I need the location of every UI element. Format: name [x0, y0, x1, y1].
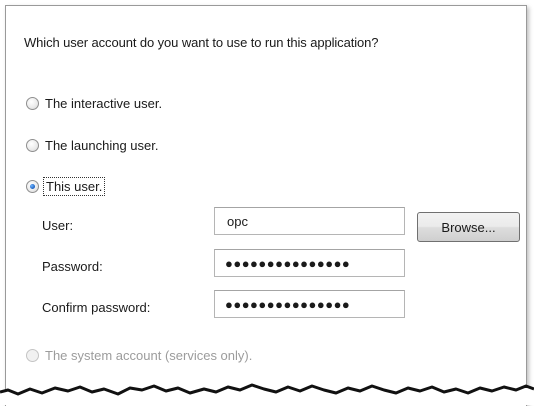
browse-button[interactable]: Browse... [417, 212, 520, 242]
interactive-user-radio[interactable] [26, 97, 39, 110]
system-account-option: The system account (services only). [26, 348, 252, 363]
launching-user-radio[interactable] [26, 139, 39, 152]
account-question-text: Which user account do you want to use to… [24, 35, 379, 50]
this-user-label: This user. [42, 177, 106, 196]
this-user-option[interactable]: This user. [26, 177, 106, 196]
this-user-radio[interactable] [26, 180, 39, 193]
launching-user-label: The launching user. [45, 138, 159, 153]
interactive-user-option[interactable]: The interactive user. [26, 96, 162, 111]
password-input[interactable]: ●●●●●●●●●●●●●●● [214, 249, 405, 277]
confirm-password-field-label: Confirm password: [42, 300, 151, 315]
torn-paper-edge [0, 383, 534, 405]
interactive-user-label: The interactive user. [45, 96, 163, 111]
system-account-label: The system account (services only). [45, 348, 253, 363]
user-field-label: User: [42, 218, 74, 233]
confirm-password-input[interactable]: ●●●●●●●●●●●●●●● [214, 290, 405, 318]
user-input[interactable]: opc [214, 207, 405, 235]
system-account-radio [26, 349, 39, 362]
account-dialog-panel: Which user account do you want to use to… [5, 5, 527, 406]
password-field-label: Password: [42, 259, 103, 274]
launching-user-option[interactable]: The launching user. [26, 138, 158, 153]
